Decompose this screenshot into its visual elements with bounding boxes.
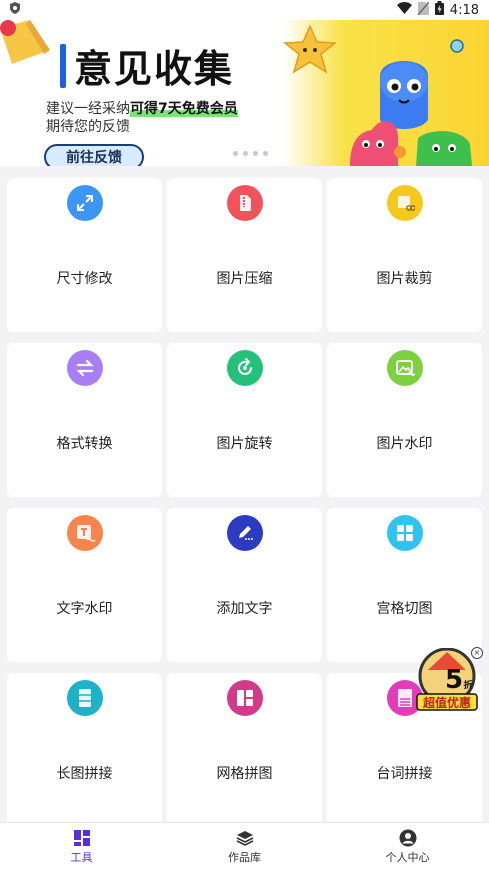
zip-file-icon [227, 185, 263, 221]
user-icon [399, 829, 416, 846]
layers-icon [236, 830, 253, 846]
convert-arrows-icon [67, 350, 103, 386]
promo-float-badge[interactable]: 5 折 超值优惠 [416, 647, 478, 712]
promo-badge-graphic: 5 折 超值优惠 [416, 647, 478, 711]
tool-card-compress[interactable]: 图片压缩 [167, 178, 322, 332]
megaphone-icon [0, 20, 50, 64]
tool-label: 尺寸修改 [56, 271, 113, 287]
rotate-icon [227, 350, 263, 386]
shield-icon [10, 2, 20, 18]
tool-label: 网格拼图 [216, 766, 273, 782]
collage-icon [227, 680, 263, 716]
tab-label: 个人中心 [385, 850, 430, 864]
tab-gallery[interactable]: 作品库 [163, 823, 326, 870]
image-watermark-icon [387, 350, 423, 386]
tool-card-text-watermark[interactable]: 文字水印 [7, 508, 162, 662]
long-image-icon [67, 680, 103, 716]
tab-label: 工具 [70, 850, 93, 864]
feedback-banner[interactable]: 意见收集 建议一经采纳可得7天免费会员 期待您的反馈 前往反馈 [0, 20, 489, 166]
banner-promo-highlight: 可得7天免费会员 [130, 101, 238, 117]
go-feedback-button[interactable]: 前往反馈 [44, 144, 144, 166]
status-right: 4:18 [396, 1, 479, 19]
tool-label: 图片水印 [376, 436, 433, 452]
grid-icon [387, 515, 423, 551]
status-bar: 4:18 [0, 0, 489, 20]
tool-card-collage[interactable]: 网格拼图 [167, 673, 322, 827]
promo-discount-number: 5 [445, 665, 463, 695]
wifi-icon [396, 2, 412, 18]
tool-label: 图片旋转 [216, 436, 273, 452]
tool-label: 长图拼接 [56, 766, 113, 782]
tool-label: 台词拼接 [376, 766, 433, 782]
pen-icon [227, 515, 263, 551]
bottom-tab-bar: 工具 作品库 个人中心 [0, 822, 489, 870]
tools-grid: 尺寸修改 图片压缩 图片裁剪 格式转换 图片旋转 图片水印 文字水印 添加文字 … [7, 178, 482, 827]
carousel-indicator [233, 151, 268, 156]
tool-label: 图片裁剪 [376, 271, 433, 287]
promo-discount-unit: 折 [463, 679, 472, 691]
banner-subtext: 期待您的反馈 [46, 119, 130, 135]
status-time: 4:18 [449, 2, 479, 18]
cartoon-mascots-illustration [282, 24, 472, 166]
no-sim-icon [417, 1, 430, 19]
tool-card-rotate[interactable]: 图片旋转 [167, 343, 322, 497]
tab-profile[interactable]: 个人中心 [326, 823, 489, 870]
promo-text: 超值优惠 [422, 695, 471, 710]
title-accent-bar [60, 44, 66, 88]
status-left [10, 2, 20, 18]
tool-label: 格式转换 [56, 436, 113, 452]
banner-promo-prefix: 建议一经采纳 [46, 101, 130, 117]
crop-icon [387, 185, 423, 221]
banner-promo-text: 建议一经采纳可得7天免费会员 [46, 98, 238, 118]
tool-card-resize[interactable]: 尺寸修改 [7, 178, 162, 332]
tools-icon [73, 829, 90, 846]
tool-label: 文字水印 [56, 601, 113, 617]
tool-card-crop[interactable]: 图片裁剪 [327, 178, 482, 332]
tool-card-add-text[interactable]: 添加文字 [167, 508, 322, 662]
battery-icon [434, 1, 444, 19]
tool-label: 添加文字 [216, 601, 273, 617]
tool-card-image-watermark[interactable]: 图片水印 [327, 343, 482, 497]
tool-card-grid-cut[interactable]: 宫格切图 [327, 508, 482, 662]
tool-card-format[interactable]: 格式转换 [7, 343, 162, 497]
banner-title: 意见收集 [74, 47, 235, 91]
text-watermark-icon [67, 515, 103, 551]
resize-icon [67, 185, 103, 221]
tool-card-long-image[interactable]: 长图拼接 [7, 673, 162, 827]
tab-label: 作品库 [228, 850, 261, 864]
tab-tools[interactable]: 工具 [0, 823, 163, 870]
promo-close-icon[interactable]: × [471, 647, 483, 659]
tool-label: 图片压缩 [216, 271, 273, 287]
tool-label: 宫格切图 [376, 601, 433, 617]
